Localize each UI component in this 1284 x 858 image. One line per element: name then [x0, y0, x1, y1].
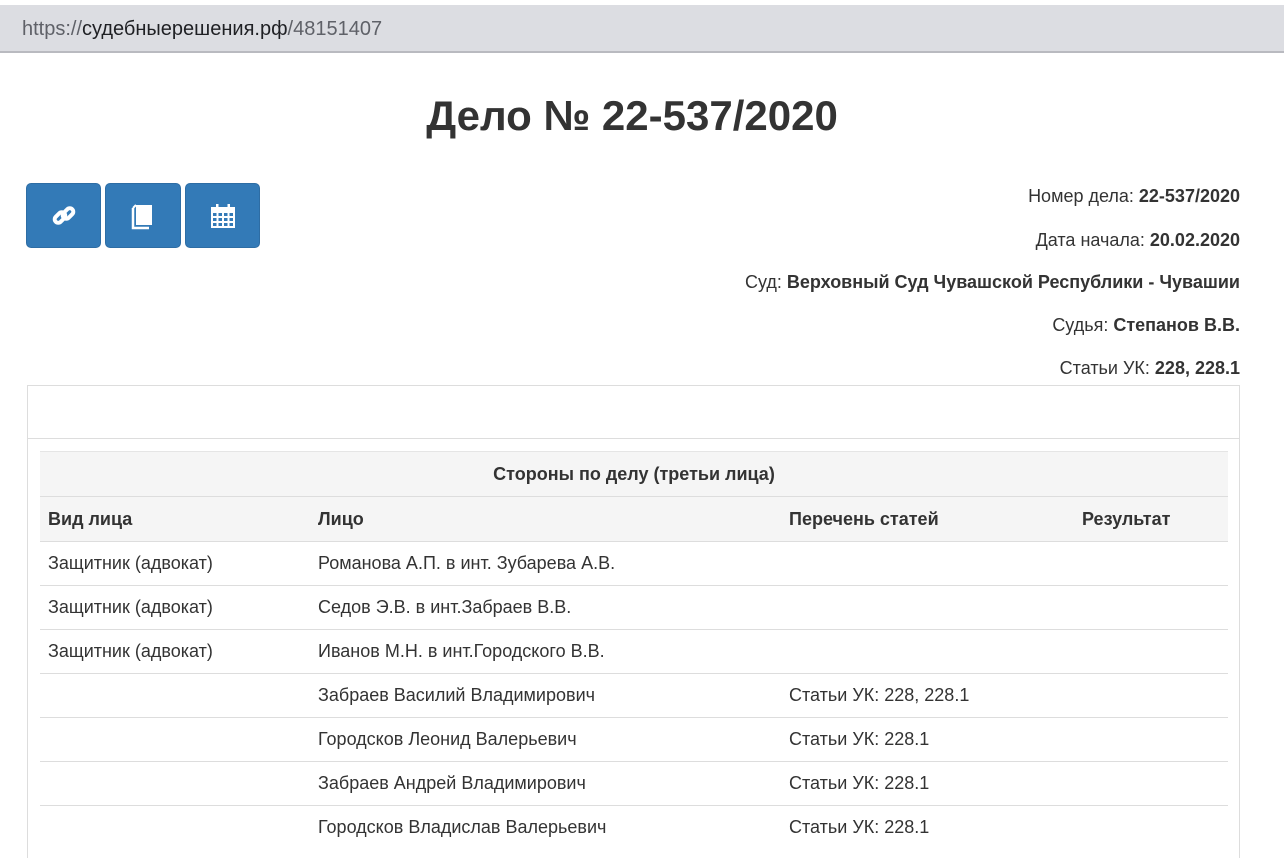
cell-party-type [40, 761, 310, 806]
address-bar-field[interactable]: https://судебныерешения.рф/48151407 [0, 5, 1284, 53]
parties-table: Стороны по делу (третьи лица) Вид лица Л… [40, 451, 1228, 850]
cell-result [1074, 805, 1228, 850]
column-header-result: Результат [1074, 496, 1228, 542]
table-row: Защитник (адвокат) Иванов М.Н. в инт.Гор… [40, 629, 1228, 674]
calendar-icon [210, 203, 235, 228]
page-title: Дело № 22-537/2020 [426, 92, 838, 139]
cell-person: Городсков Леонид Валерьевич [310, 717, 781, 762]
cell-result [1074, 542, 1228, 586]
articles-label: Статьи УК: [1059, 358, 1155, 378]
cell-result [1074, 629, 1228, 674]
case-number-line: Номер дела: 22-537/2020 [1028, 185, 1240, 207]
cell-articles: Статьи УК: 228.1 [781, 805, 1074, 850]
table-caption: Стороны по делу (третьи лица) [40, 451, 1228, 497]
parties-panel: Стороны по делу (третьи лица) Вид лица Л… [27, 385, 1240, 858]
cell-party-type: Защитник (адвокат) [48, 553, 213, 573]
start-date-line: Дата начала: 20.02.2020 [1036, 229, 1240, 251]
judge-label: Судья: [1052, 315, 1114, 335]
cell-person: Иванов М.Н. в инт.Городского В.В. [310, 629, 781, 674]
table-row: Забраев Василий Владимирович Статьи УК: … [40, 673, 1228, 718]
url-host: судебныерешения.рф [82, 18, 288, 40]
court-label: Суд: [744, 272, 787, 292]
book-icon [131, 203, 152, 229]
articles-value: 228, 228.1 [1154, 358, 1240, 378]
cell-articles: Статьи УК: 228, 228.1 [781, 673, 1074, 718]
table-row: Забраев Андрей Владимирович Статьи УК: 2… [40, 761, 1228, 806]
url-path: /48151407 [287, 18, 383, 40]
cell-party-type: Защитник (адвокат) [40, 585, 310, 630]
cell-result [1074, 717, 1228, 762]
browser-address-bar: https://судебныерешения.рф/48151407 [0, 0, 1284, 60]
column-header-articles: Перечень статей [781, 496, 1074, 542]
table-row: Защитник (адвокат) Романова А.П. в инт. … [40, 542, 1228, 586]
table-row: Защитник (адвокат) Седов Э.В. в инт.Забр… [40, 585, 1228, 630]
court-value: Верховный Суд Чувашской Республики - Чув… [786, 272, 1240, 292]
articles-line: Статьи УК: 228, 228.1 [1060, 357, 1240, 379]
cell-party-type: Защитник (адвокат) [40, 629, 310, 674]
column-header-party-type: Вид лица [40, 496, 310, 542]
cell-articles [781, 542, 1074, 586]
url-scheme: https:// [22, 18, 83, 40]
column-header-person: Лицо [310, 496, 781, 542]
cell-party-type [40, 673, 310, 718]
table-header-row: Вид лица Лицо Перечень статей Результат [40, 496, 1228, 542]
cell-party-type [40, 805, 310, 850]
cell-articles [781, 585, 1074, 630]
cell-party-type [40, 717, 310, 762]
cell-articles [781, 629, 1074, 674]
table-row: Городсков Владислав Валерьевич Статьи УК… [40, 805, 1228, 850]
judge-line: Судья: Степанов В.В. [1052, 314, 1240, 336]
judge-value: Степанов В.В. [1113, 315, 1240, 335]
cell-result [1074, 761, 1228, 806]
cell-person: Седов Э.В. в инт.Забраев В.В. [310, 585, 781, 630]
start-date-label: Дата начала: [1035, 230, 1150, 250]
cell-person: Забраев Василий Владимирович [310, 673, 781, 718]
copy-link-button[interactable] [26, 183, 101, 248]
cell-result [1074, 585, 1228, 630]
link-icon [52, 205, 75, 225]
panel-heading [28, 386, 1239, 439]
cell-person: Забраев Андрей Владимирович [310, 761, 781, 806]
table-row: Городсков Леонид Валерьевич Статьи УК: 2… [40, 717, 1228, 762]
table-caption-row: Стороны по делу (третьи лица) [40, 451, 1228, 497]
start-date-value: 20.02.2020 [1149, 230, 1240, 250]
court-line: Суд: Верховный Суд Чувашской Республики … [745, 271, 1240, 293]
case-number-value: 22-537/2020 [1138, 186, 1240, 206]
cell-person: Городсков Владислав Валерьевич [310, 805, 781, 850]
cell-person: Романова А.П. в инт. Зубарева А.В. [318, 553, 616, 573]
cell-articles: Статьи УК: 228.1 [781, 717, 1074, 762]
cell-articles: Статьи УК: 228.1 [781, 761, 1074, 806]
cell-result [1074, 673, 1228, 718]
url-text[interactable]: https://судебныерешения.рф/48151407 [22, 18, 382, 40]
case-number-label: Номер дела: [1028, 186, 1139, 206]
calendar-button[interactable] [185, 183, 260, 248]
document-button[interactable] [105, 183, 181, 248]
